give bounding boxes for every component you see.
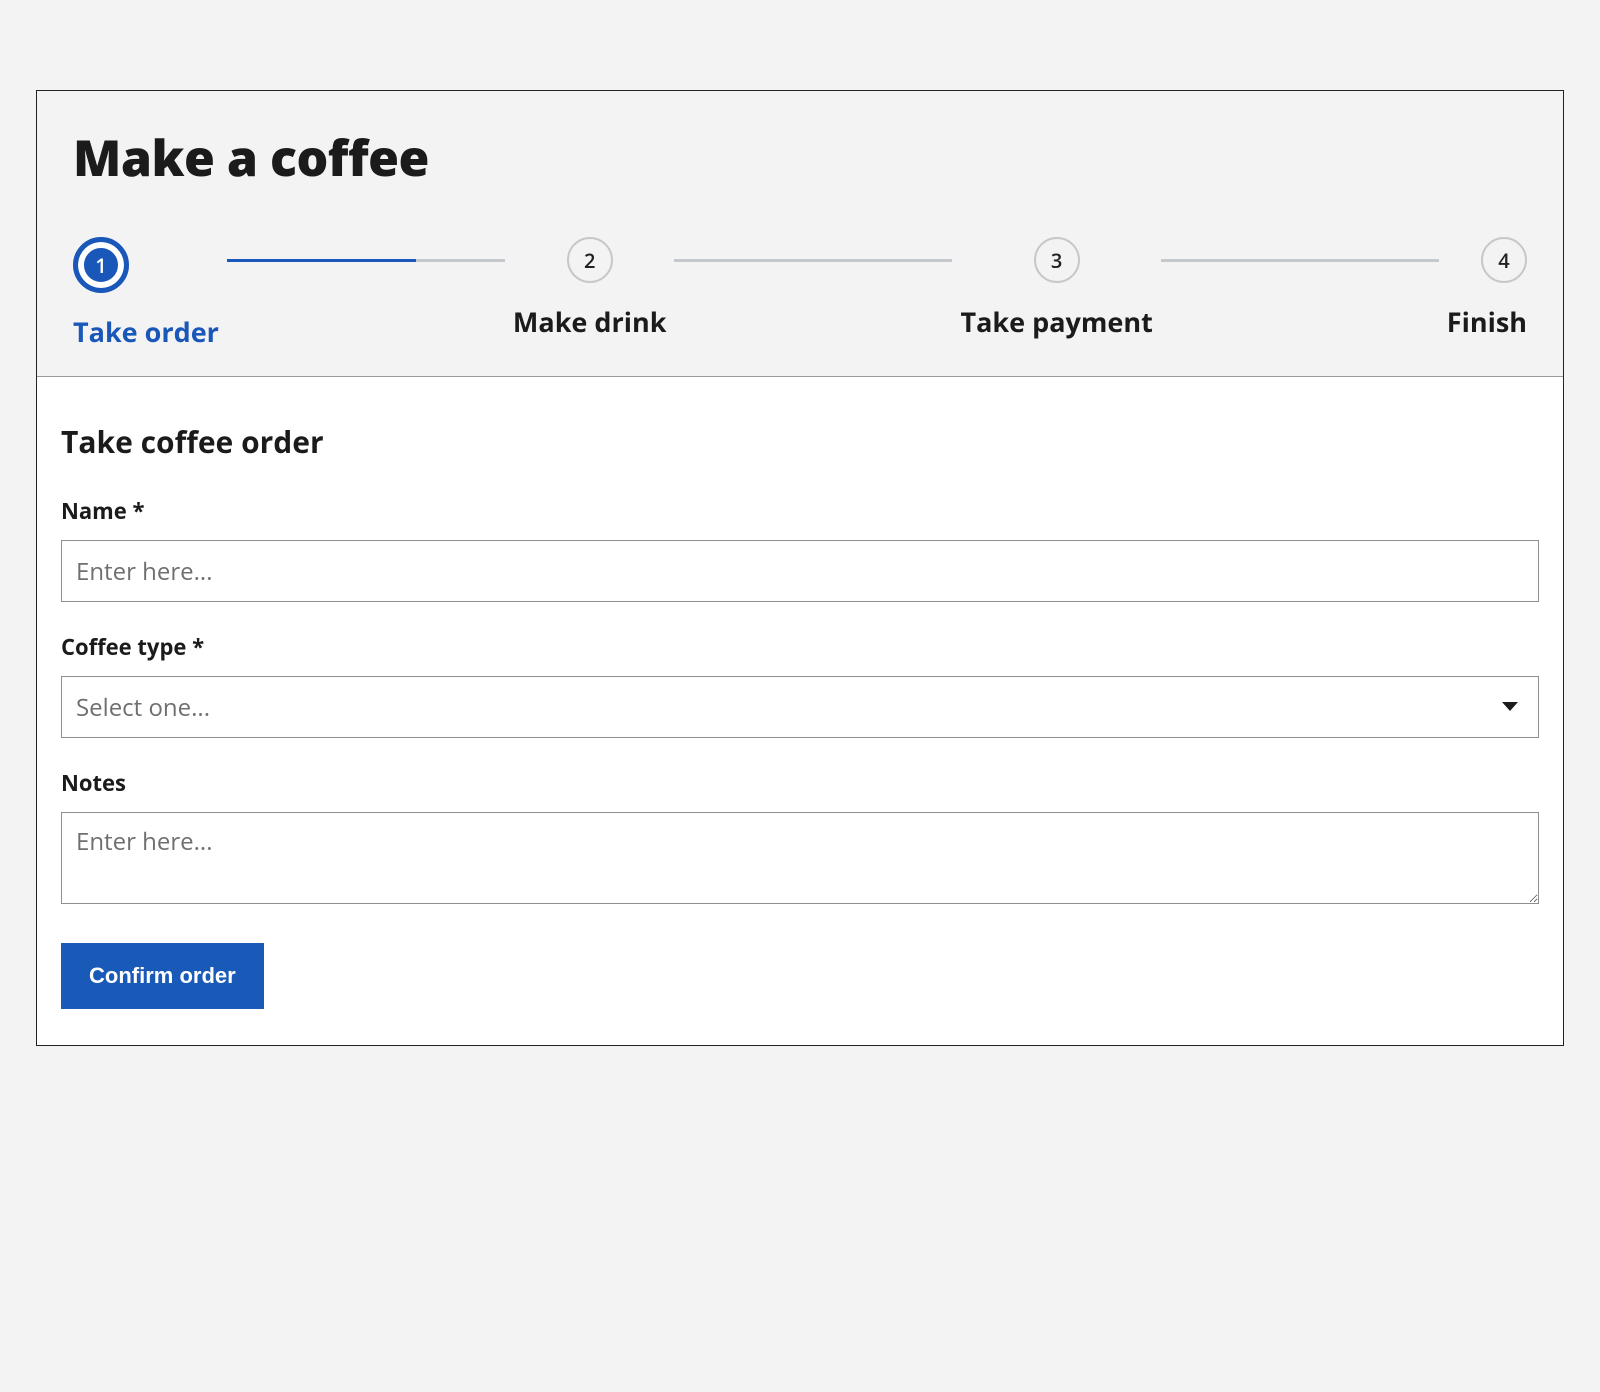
- step-take-payment[interactable]: 3 Take payment: [960, 237, 1152, 340]
- name-input[interactable]: [61, 540, 1539, 602]
- field-coffee-type: Coffee type * Select one...: [61, 632, 1539, 738]
- notes-input[interactable]: [61, 812, 1539, 904]
- step-connector: [674, 259, 952, 262]
- field-notes: Notes: [61, 768, 1539, 909]
- page-title: Make a coffee: [73, 123, 1527, 191]
- notes-label: Notes: [61, 768, 1539, 798]
- step-connector: [1161, 259, 1439, 262]
- step-connector: [227, 259, 505, 262]
- step-label: Take order: [73, 313, 219, 350]
- step-number-badge: 3: [1034, 237, 1080, 283]
- step-number-badge: 1: [73, 237, 129, 293]
- step-take-order[interactable]: 1 Take order: [73, 237, 219, 350]
- confirm-order-button[interactable]: Confirm order: [61, 943, 264, 1009]
- wizard-header: Make a coffee 1 Take order 2 Make drink …: [37, 91, 1563, 377]
- step-finish[interactable]: 4 Finish: [1447, 237, 1527, 340]
- wizard-body: Take coffee order Name * Coffee type * S…: [37, 377, 1563, 1045]
- step-label: Take payment: [960, 303, 1152, 340]
- step-label: Make drink: [513, 303, 667, 340]
- wizard-card: Make a coffee 1 Take order 2 Make drink …: [36, 90, 1564, 1046]
- section-title: Take coffee order: [61, 421, 1539, 462]
- step-label: Finish: [1447, 303, 1527, 340]
- step-number-badge: 2: [567, 237, 613, 283]
- field-name: Name *: [61, 496, 1539, 602]
- coffee-type-select-wrap: Select one...: [61, 676, 1539, 738]
- coffee-type-label: Coffee type *: [61, 632, 1539, 662]
- name-label: Name *: [61, 496, 1539, 526]
- step-number-badge: 4: [1481, 237, 1527, 283]
- step-make-drink[interactable]: 2 Make drink: [513, 237, 667, 340]
- stepper: 1 Take order 2 Make drink 3 Take payment…: [73, 237, 1527, 376]
- coffee-type-select[interactable]: Select one...: [61, 676, 1539, 738]
